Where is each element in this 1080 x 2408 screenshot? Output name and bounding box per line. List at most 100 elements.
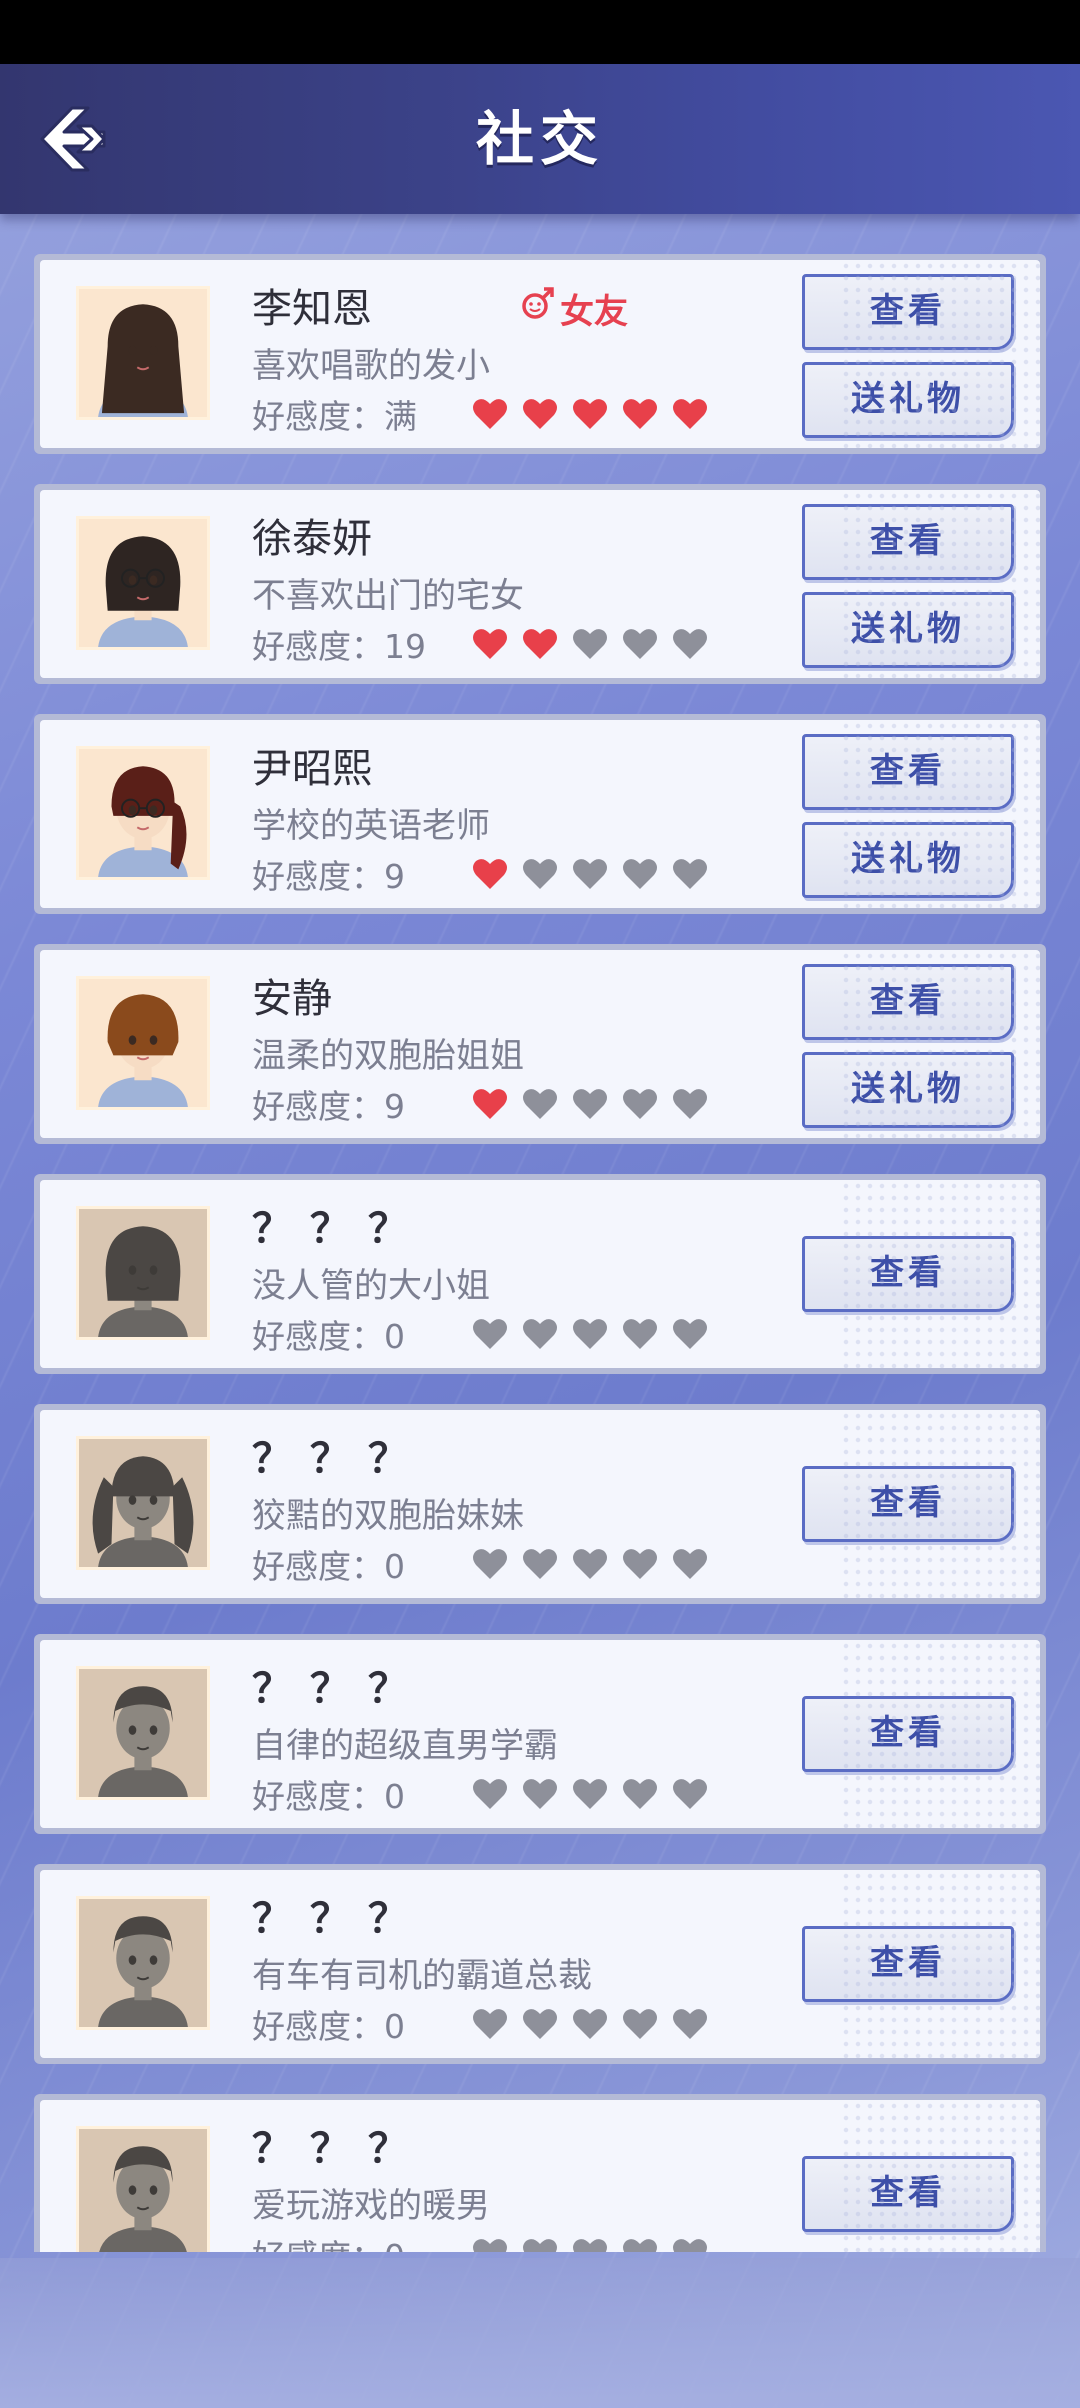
- contact-description: 有车有司机的霸道总裁: [252, 1956, 592, 1996]
- affinity-value: 0: [384, 1777, 405, 1816]
- bottom-fade: [0, 2258, 1080, 2408]
- affinity-text: 好感度：0: [252, 1770, 405, 1818]
- heart-empty-icon: [622, 1087, 658, 1121]
- heart-empty-icon: [622, 627, 658, 661]
- heart-empty-icon: [672, 1317, 708, 1351]
- affinity-label: 好感度：: [252, 1317, 384, 1356]
- contact-card-body: ？？？ 狡黠的双胞胎妹妹 好感度：0 查看: [40, 1410, 1040, 1598]
- avatar: [76, 1436, 210, 1570]
- affinity-text: 好感度：9: [252, 1080, 405, 1128]
- heart-filled-icon: [472, 627, 508, 661]
- contact-card-body: 安静温柔的双胞胎姐姐 好感度：9 查看送礼物: [40, 950, 1040, 1138]
- contact-card: 徐泰妍 不喜欢出门的宅女 好感度：19 查看 送礼物: [34, 484, 1046, 684]
- heart-empty-icon: [672, 1087, 708, 1121]
- contact-description: 没人管的大小姐: [252, 1266, 490, 1306]
- heart-empty-icon: [472, 1317, 508, 1351]
- heart-empty-icon: [672, 2007, 708, 2041]
- view-button[interactable]: 查看: [802, 1236, 1014, 1312]
- heart-empty-icon: [622, 2007, 658, 2041]
- locked-hoodie-boy-portrait-icon: [79, 2129, 207, 2252]
- affinity-label: 好感度：: [252, 627, 384, 666]
- view-button[interactable]: 查看: [802, 504, 1014, 580]
- contact-description: 温柔的双胞胎姐姐: [252, 1036, 524, 1076]
- contact-description: 学校的英语老师: [252, 806, 490, 846]
- heart-filled-icon: [622, 397, 658, 431]
- girlfriend-badge-label: 女友: [560, 292, 628, 332]
- girlfriend-badge: 女友: [520, 284, 628, 333]
- contact-name: 安静: [252, 976, 332, 1022]
- page-title: 社交: [475, 105, 604, 173]
- contact-card-body: ？？？ 有车有司机的霸道总裁 好感度：0 查看: [40, 1870, 1040, 2058]
- heart-empty-icon: [522, 1777, 558, 1811]
- view-button[interactable]: 查看: [802, 1696, 1014, 1772]
- heart-empty-icon: [522, 857, 558, 891]
- avatar: [76, 286, 210, 420]
- affinity-label: 好感度：: [252, 2237, 384, 2252]
- long-dark-hair-girl-portrait-icon: [79, 289, 207, 417]
- heart-empty-icon: [472, 2237, 508, 2252]
- heart-empty-icon: [572, 2007, 608, 2041]
- affinity-value: 9: [384, 857, 405, 896]
- heart-filled-icon: [572, 397, 608, 431]
- send-gift-button[interactable]: 送礼物: [802, 1052, 1014, 1128]
- affinity-text: 好感度：满: [252, 390, 417, 438]
- avatar: [76, 1896, 210, 2030]
- view-button[interactable]: 查看: [802, 2156, 1014, 2232]
- glasses-bob-girl-portrait-icon: [79, 519, 207, 647]
- status-bar: [0, 0, 1080, 64]
- affinity-label: 好感度：: [252, 1547, 384, 1586]
- send-gift-button[interactable]: 送礼物: [802, 822, 1014, 898]
- contact-description: 爱玩游戏的暖男: [252, 2186, 490, 2226]
- heart-empty-icon: [672, 2237, 708, 2252]
- male-symbol-icon: [520, 286, 556, 331]
- view-button[interactable]: 查看: [802, 274, 1014, 350]
- contact-name: ？？？: [252, 1666, 426, 1712]
- contact-card-body: ？？？ 自律的超级直男学霸 好感度：0 查看: [40, 1640, 1040, 1828]
- send-gift-button[interactable]: 送礼物: [802, 592, 1014, 668]
- avatar: [76, 2126, 210, 2252]
- contact-card: ？？？ 有车有司机的霸道总裁 好感度：0 查看: [34, 1864, 1046, 2064]
- affinity-text: 好感度：0: [252, 1310, 405, 1358]
- send-gift-button[interactable]: 送礼物: [802, 362, 1014, 438]
- contact-description: 自律的超级直男学霸: [252, 1726, 558, 1766]
- heart-filled-icon: [472, 1087, 508, 1121]
- contact-card-body: 尹昭熙 学校的英语老师 好感度：9 查看 送礼物: [40, 720, 1040, 908]
- affinity-text: 好感度：9: [252, 850, 405, 898]
- heart-filled-icon: [522, 627, 558, 661]
- locked-student-boy-portrait-icon: [79, 1669, 207, 1797]
- contact-card-body: ？？？ 没人管的大小姐 好感度：0 查看: [40, 1180, 1040, 1368]
- affinity-value: 0: [384, 1547, 405, 1586]
- heart-empty-icon: [672, 1547, 708, 1581]
- heart-empty-icon: [522, 1317, 558, 1351]
- heart-empty-icon: [622, 2237, 658, 2252]
- heart-empty-icon: [522, 1547, 558, 1581]
- heart-empty-icon: [672, 857, 708, 891]
- heart-empty-icon: [572, 1777, 608, 1811]
- heart-empty-icon: [522, 1087, 558, 1121]
- affinity-text: 好感度：0: [252, 2230, 405, 2252]
- locked-ceo-man-portrait-icon: [79, 1899, 207, 2027]
- contact-card: ？？？ 没人管的大小姐 好感度：0 查看: [34, 1174, 1046, 1374]
- contact-card-body: 李知恩 女友 喜欢唱歌的发小 好感度：满 查看 送礼物: [40, 260, 1040, 448]
- affinity-text: 好感度：19: [252, 620, 426, 668]
- contact-name: ？？？: [252, 1896, 426, 1942]
- view-button[interactable]: 查看: [802, 964, 1014, 1040]
- contact-name: ？？？: [252, 1206, 426, 1252]
- view-button[interactable]: 查看: [802, 1466, 1014, 1542]
- heart-empty-icon: [522, 2237, 558, 2252]
- contact-card: 尹昭熙 学校的英语老师 好感度：9 查看 送礼物: [34, 714, 1046, 914]
- contact-card: ？？？ 自律的超级直男学霸 好感度：0 查看: [34, 1634, 1046, 1834]
- view-button[interactable]: 查看: [802, 1926, 1014, 2002]
- contact-name: ？？？: [252, 2126, 426, 2172]
- locked-wavy-hair-girl-portrait-icon: [79, 1209, 207, 1337]
- affinity-label: 好感度：: [252, 397, 384, 436]
- avatar: [76, 746, 210, 880]
- heart-empty-icon: [522, 2007, 558, 2041]
- heart-empty-icon: [622, 1547, 658, 1581]
- contact-card-body: 徐泰妍 不喜欢出门的宅女 好感度：19 查看 送礼物: [40, 490, 1040, 678]
- heart-filled-icon: [672, 397, 708, 431]
- contact-card-body: ？？？ 爱玩游戏的暖男好感度：0 查看: [40, 2100, 1040, 2252]
- contact-list[interactable]: 李知恩 女友 喜欢唱歌的发小 好感度：满 查看 送礼物 徐泰妍 不喜欢出门的宅女 好感度：19 查…: [34, 254, 1046, 2252]
- affinity-value: 0: [384, 1317, 405, 1356]
- view-button[interactable]: 查看: [802, 734, 1014, 810]
